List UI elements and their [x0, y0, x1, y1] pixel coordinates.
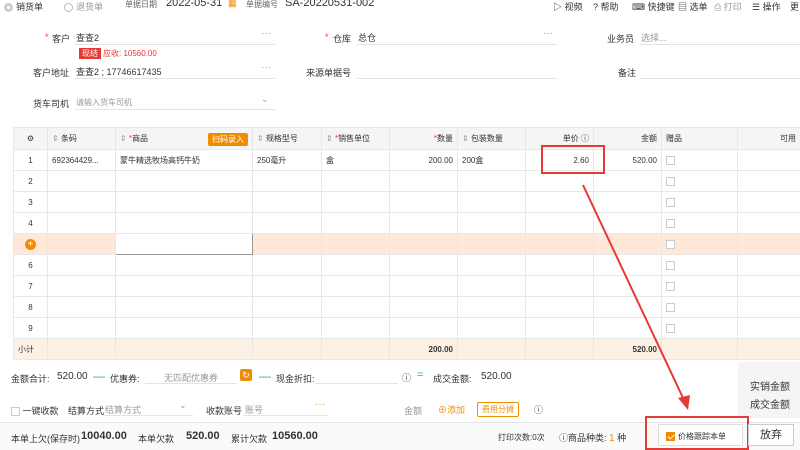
help-icon[interactable]: ⓘ	[534, 403, 543, 416]
deal-label: 成交金额:	[433, 374, 472, 384]
cash-discount-label: 现金折扣:	[276, 374, 315, 384]
minus-icon: —	[259, 369, 271, 383]
oneclick-checkbox-group[interactable]: 一键收款	[11, 404, 59, 417]
chevron-down-icon[interactable]: ⌄	[179, 400, 187, 411]
total-owed-value: 10560.00	[272, 430, 318, 442]
total-label: 金额合计:	[11, 374, 50, 384]
split-button[interactable]: 费用分摊	[477, 402, 519, 417]
account-field[interactable]: 账号 ···	[243, 399, 328, 416]
amount-label: 金额	[404, 406, 423, 416]
summary-panel: 实销金额 成交金额	[738, 362, 800, 418]
oneclick-checkbox[interactable]	[11, 407, 20, 417]
method-field[interactable]: 结算方式 ⌄	[103, 400, 193, 416]
total-owed-label: 累计欠款	[231, 434, 268, 444]
account-label: 收款账号	[206, 406, 243, 416]
cash-discount-field[interactable]	[316, 368, 398, 384]
this-owed-value: 520.00	[186, 430, 220, 442]
prev-owed-label: 本单上欠(保存时)	[11, 434, 80, 444]
method-placeholder: 结算方式	[105, 405, 142, 415]
coupon-value: 无匹配优惠券	[164, 373, 219, 383]
more-dots-icon[interactable]: ···	[315, 399, 325, 410]
kinds-group: ⓘ商品种类: 1 种	[559, 433, 627, 444]
actual-label: 实销金额	[750, 382, 790, 393]
prev-owed-value: 10040.00	[81, 430, 127, 442]
abandon-button[interactable]: 放弃	[748, 424, 794, 446]
help-icon[interactable]: ⓘ	[559, 433, 568, 443]
equals-icon: =	[417, 369, 424, 381]
print-count: 打印次数:0次	[498, 433, 545, 442]
account-placeholder: 账号	[245, 405, 264, 415]
deal-value: 520.00	[481, 371, 512, 382]
method-label: 结算方式	[68, 406, 105, 416]
this-owed-label: 本单欠款	[138, 434, 175, 444]
deal-label-right: 成交金额	[750, 400, 790, 411]
help-icon[interactable]: ⓘ	[402, 371, 411, 384]
refresh-icon[interactable]: ↻	[240, 369, 252, 381]
total-value: 520.00	[57, 371, 88, 382]
coupon-label: 优惠券:	[110, 374, 140, 384]
add-button[interactable]: ⊕添加	[438, 403, 465, 416]
minus-icon: —	[93, 369, 105, 383]
coupon-field[interactable]: 无匹配优惠券	[145, 368, 237, 384]
track-highlight	[645, 416, 749, 450]
